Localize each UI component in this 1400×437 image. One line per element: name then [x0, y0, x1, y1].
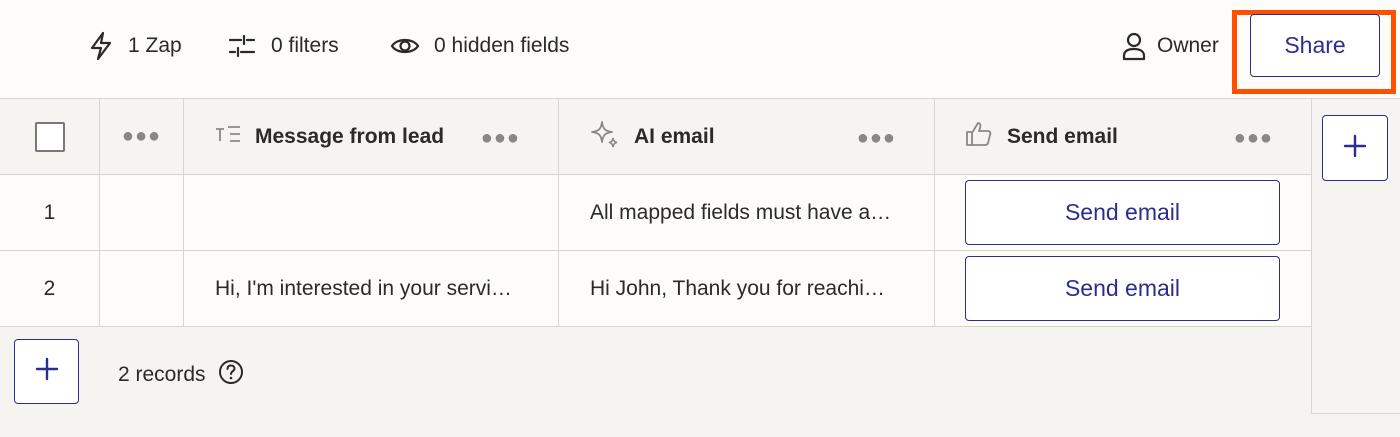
column-header-send-email[interactable]: Send email ●●●: [935, 99, 1311, 174]
text-icon: [215, 124, 241, 150]
zaps-label: 1 Zap: [128, 34, 182, 57]
add-record-button[interactable]: [14, 339, 79, 404]
column-menu-icon[interactable]: ●●●: [481, 127, 520, 150]
help-icon[interactable]: [218, 359, 244, 391]
share-button[interactable]: Share: [1250, 14, 1380, 77]
user-icon: [1121, 31, 1147, 61]
row-actions-header: ●●●: [100, 99, 184, 174]
add-column-button[interactable]: [1322, 115, 1388, 181]
column-menu-icon[interactable]: ●●●: [1234, 127, 1273, 150]
send-email-button[interactable]: Send email: [965, 180, 1280, 245]
row-actions-cell[interactable]: [100, 251, 184, 326]
filter-sliders-icon: [227, 33, 257, 59]
column-menu-icon[interactable]: ●●●: [857, 127, 896, 150]
table-row: 1 All mapped fields must have a… Send em…: [0, 175, 1311, 251]
select-all-checkbox[interactable]: [34, 121, 65, 152]
toolbar: 1 Zap 0 filters 0 hidden fields Owner Sh…: [0, 0, 1400, 98]
send-email-cell: Send email: [935, 175, 1311, 250]
table: ●●● Message from lead ●●● AI email ●●● S…: [0, 98, 1311, 415]
send-email-button[interactable]: Send email: [965, 256, 1280, 321]
message-text: Hi, I'm interested in your servi…: [215, 276, 512, 300]
message-cell[interactable]: Hi, I'm interested in your servi…: [184, 251, 559, 326]
ai-email-text: Hi John, Thank you for reachi…: [590, 276, 885, 300]
filters-label: 0 filters: [271, 34, 339, 57]
message-cell[interactable]: [184, 175, 559, 250]
record-count-label: 2 records: [118, 363, 206, 386]
ai-email-cell[interactable]: All mapped fields must have a…: [559, 175, 935, 250]
record-count: 2 records: [118, 359, 244, 391]
send-email-cell: Send email: [935, 251, 1311, 326]
sparkle-icon: [590, 120, 620, 154]
hidden-fields-button[interactable]: 0 hidden fields: [390, 28, 569, 64]
column-header-label: Message from lead: [255, 124, 445, 148]
table-row: 2 Hi, I'm interested in your servi… Hi J…: [0, 251, 1311, 327]
column-header-label: Send email: [1007, 124, 1118, 148]
zaps-button[interactable]: 1 Zap: [88, 28, 182, 64]
table-header-row: ●●● Message from lead ●●● AI email ●●● S…: [0, 99, 1311, 175]
ai-email-text: All mapped fields must have a…: [590, 200, 892, 224]
add-column-strip: [1311, 98, 1400, 414]
bottom-band: [0, 414, 1400, 437]
filters-button[interactable]: 0 filters: [227, 28, 339, 64]
column-header-ai-email[interactable]: AI email ●●●: [559, 99, 935, 174]
owner-indicator[interactable]: Owner: [1121, 28, 1219, 64]
select-all-cell: [0, 99, 100, 174]
thumbs-up-icon: [965, 121, 993, 153]
row-actions-cell[interactable]: [100, 175, 184, 250]
hidden-fields-label: 0 hidden fields: [434, 34, 570, 57]
column-header-message[interactable]: Message from lead ●●●: [184, 99, 559, 174]
column-header-label: AI email: [634, 124, 715, 148]
eye-icon: [390, 34, 420, 58]
row-number: 1: [0, 175, 100, 250]
table-footer: 2 records: [0, 327, 1311, 415]
plus-icon: [35, 357, 59, 386]
owner-label: Owner: [1157, 34, 1219, 57]
plus-icon: [1343, 134, 1367, 163]
ai-email-cell[interactable]: Hi John, Thank you for reachi…: [559, 251, 935, 326]
lightning-icon: [88, 31, 114, 61]
more-options-icon[interactable]: ●●●: [122, 125, 161, 148]
row-number: 2: [0, 251, 100, 326]
